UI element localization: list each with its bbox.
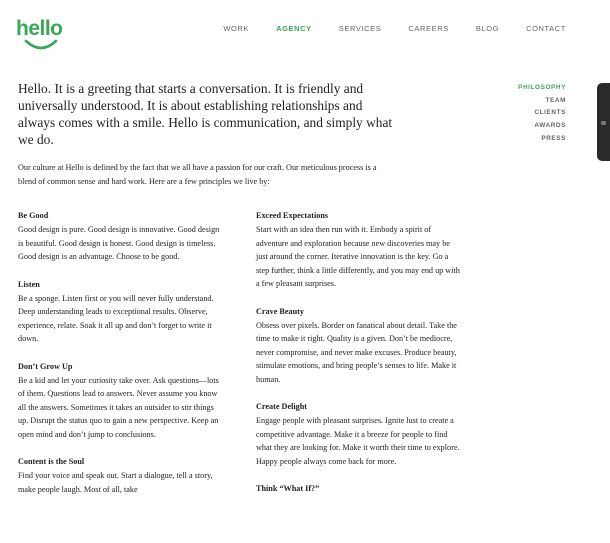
logo-text: hello: [16, 17, 63, 40]
principle-title: Be Good: [18, 211, 49, 220]
principle-body: Be a sponge. Listen first or you will ne…: [18, 293, 214, 344]
device-edge-decoration: [597, 83, 610, 161]
nav-blog[interactable]: BLOG: [476, 24, 499, 33]
principle-body: Obsess over pixels. Border on fanatical …: [256, 320, 457, 384]
nav-contact[interactable]: CONTACT: [526, 24, 566, 33]
subnav-awards[interactable]: AWARDS: [518, 120, 566, 133]
principle-title: Exceed Expectations: [256, 211, 329, 220]
principle-title: Listen: [18, 279, 40, 289]
logo[interactable]: hello: [16, 18, 64, 54]
device-button: [601, 121, 606, 125]
subnav-team[interactable]: TEAM: [518, 95, 566, 108]
principle-title: Content is the Soul: [18, 457, 85, 466]
culture-paragraph: Our culture at Hello is defined by the f…: [18, 163, 377, 186]
principle-block: Be Good Good design is pure. Good design …: [18, 209, 223, 264]
nav-services[interactable]: SERVICES: [339, 24, 382, 33]
principle-body: Good design is pure. Good design is inno…: [18, 225, 220, 261]
principles-left-column: Be Good Good design is pure. Good design …: [18, 209, 223, 510]
top-navigation: WORK AGENCY SERVICES CAREERS BLOG CONTACT: [196, 24, 566, 33]
nav-agency[interactable]: AGENCY: [276, 24, 312, 33]
principle-body: Find your voice and speak out. Start a d…: [18, 471, 213, 494]
principle-block: Listen Be a sponge. Listen first or you w…: [18, 278, 223, 346]
agency-subnav: PHILOSOPHY TEAM CLIENTS AWARDS PRESS: [518, 82, 566, 146]
nav-work[interactable]: WORK: [223, 24, 249, 33]
subnav-philosophy[interactable]: PHILOSOPHY: [518, 82, 566, 95]
smile-icon: [24, 39, 58, 50]
principle-block: Think “What If?”: [256, 482, 461, 495]
principle-block: Crave Beauty Obsess over pixels. Border o…: [256, 305, 461, 387]
principle-title: Create Delight: [256, 402, 308, 411]
subnav-press[interactable]: PRESS: [518, 133, 566, 146]
principle-body: Engage people with pleasant surprises. I…: [256, 416, 460, 466]
principle-title: Crave Beauty: [256, 306, 304, 316]
principle-body: Be a kid and let your curiosity take ove…: [18, 375, 219, 439]
nav-careers[interactable]: CAREERS: [408, 24, 448, 33]
subnav-clients[interactable]: CLIENTS: [518, 107, 566, 120]
principle-block: Create Delight Engage people with pleasan…: [256, 400, 461, 468]
principle-body: Start with an idea then run with it. Emb…: [256, 225, 460, 288]
principle-block: Don’t Grow Up Be a kid and let your curio…: [18, 360, 223, 442]
principle-title: Think “What If?”: [256, 484, 320, 493]
principle-block: Exceed Expectations Start with an idea th…: [256, 209, 461, 291]
principle-title: Don’t Grow Up: [18, 361, 73, 371]
intro-paragraph: Hello. It is a greeting that starts a co…: [18, 81, 393, 147]
principle-block: Content is the Soul Find your voice and s…: [18, 455, 223, 496]
principles-right-column: Exceed Expectations Start with an idea th…: [256, 209, 461, 509]
